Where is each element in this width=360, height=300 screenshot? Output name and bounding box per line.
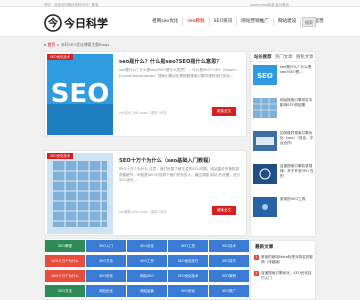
tag-link[interactable]: SEO十万个为什么 [45, 270, 85, 282]
sidebar-article[interactable]: 常用的SEO工具 [253, 197, 315, 225]
tag-link[interactable]: SEO优化技巧 [168, 255, 208, 267]
tag-link[interactable]: SEO十万个为什么 [45, 255, 85, 267]
search-image [253, 164, 277, 184]
nav-item-seo-tutorial[interactable]: seo教程 [183, 16, 208, 28]
tag-link[interactable]: SEO工具 [168, 240, 208, 252]
article-meta: seo教程 456 views 1周前 0评论 [119, 210, 167, 214]
tag-link[interactable]: SEO方法 [45, 285, 85, 297]
sidebar-article-title[interactable]: 网站搜索引擎排名中影响SEO的因素 [280, 98, 315, 108]
tab-recommended[interactable]: 站长推荐 [254, 54, 272, 60]
article-card: SEO优化技术 SEO十万个为什么（seo基础入门教程） SEO十万个为什么 注… [44, 150, 247, 236]
article-thumbnail [253, 164, 277, 184]
latest-article[interactable]: 2 百度搜索引擎优化，SEO优化技巧入门 [254, 271, 314, 283]
article-thumbnail [253, 197, 277, 217]
sidebar-latest: 最新文章 1 常用的网站Meta标签对排名的影响（详细版） 2 百度搜索引擎优化… [250, 240, 316, 300]
article-excerpt: seo是什么？什么是seo?SEO是什么意思？... 什么是SEO? SEO（S… [119, 68, 237, 78]
breadcrumb: ⌂ 首页 > 赤旺SEO优化博客主题Blogs [44, 42, 109, 48]
latest-article-title[interactable]: 常用的网站Meta标签对排名的影响（详细版） [261, 255, 314, 265]
tag-link[interactable]: SEO优化技术 [168, 270, 208, 282]
seo-image: SEO [253, 65, 277, 85]
tag-link[interactable]: 网站运营 [127, 285, 167, 297]
keyboard-image [253, 131, 277, 151]
article-thumbnail[interactable]: SEO优化技术 [47, 153, 113, 234]
sidebar-article-title[interactable]: 常用的SEO工具 [280, 197, 315, 202]
sidebar-article-title[interactable]: seo是什么？什么是seo?SEO是... [280, 65, 315, 75]
tag-link[interactable]: SEO推广 [209, 285, 249, 297]
article-thumbnail [253, 131, 277, 151]
building-image [253, 98, 277, 118]
rank-badge: 2 [254, 271, 259, 276]
tag-link[interactable]: SEO方法 [86, 255, 126, 267]
network-image [253, 197, 277, 217]
tab-random[interactable]: 随机文章 [296, 54, 314, 60]
category-tag[interactable]: SEO优化技术 [47, 54, 73, 60]
article-title[interactable]: seo是什么？什么是seo?SEO是什么意思？ [119, 58, 221, 65]
tag-link[interactable]: SEO教程 [45, 240, 85, 252]
nav-item-site-build[interactable]: 网站建设 [274, 16, 300, 28]
sidebar-heading: 最新文章 [255, 245, 274, 250]
svg-text:今: 今 [47, 17, 59, 30]
article-excerpt: SEO十万个为什么 注意：我们所属了解无名的SEO问题。网站建设完美框架 修建细… [119, 167, 241, 183]
tab-popular[interactable]: 热门文章 [275, 54, 293, 60]
latest-article-title[interactable]: 百度搜索引擎优化，SEO优化技巧入门 [261, 271, 314, 281]
category-tag[interactable]: SEO优化技术 [47, 153, 73, 159]
rank-badge: 1 [254, 255, 259, 260]
sidebar-recommended: 站长推荐 热门文章 随机文章 SEO seo是什么？什么是seo?SEO是...… [250, 51, 317, 237]
read-more-button[interactable]: 阅读全文 [212, 206, 236, 215]
article-meta: seo技术 298 views 1周前 0评论 [119, 111, 167, 115]
search-button[interactable]: 搜索 [302, 17, 316, 27]
article-card: SEO SEO优化技术 seo是什么？什么是seo?SEO是什么意思？ seo是… [44, 51, 247, 137]
tag-link[interactable]: SEO优化 [127, 240, 167, 252]
breadcrumb-home[interactable]: 首页 [48, 42, 56, 47]
sidebar-article-title[interactable]: 百度搜索引擎收录规律：关于开发SEO 在的 [280, 164, 315, 179]
article-thumbnail: SEO [253, 65, 277, 85]
sidebar-article[interactable]: SEO seo是什么？什么是seo?SEO是... [253, 65, 315, 93]
tag-link[interactable]: SEO案例 [209, 270, 249, 282]
building-image [47, 153, 113, 234]
article-title[interactable]: SEO十万个为什么（seo基础入门教程） [119, 157, 214, 164]
sidebar-article[interactable]: 百度搜索引擎收录规律：关于开发SEO 在的 [253, 164, 315, 192]
top-bar: 您好，欢迎访问精仿赤旺SEO！登录 wordpress新浪 设为首页 [0, 0, 360, 7]
tag-link[interactable]: SEO优化 [168, 285, 208, 297]
tag-link[interactable]: SEO优化 [86, 270, 126, 282]
tag-link[interactable]: 网站优化 [86, 285, 126, 297]
nav-item-marketing[interactable]: 网站营销推广 [237, 16, 273, 28]
tag-link[interactable]: SEO技术 [209, 240, 249, 252]
seo-image: SEO [47, 54, 113, 135]
article-thumbnail[interactable]: SEO SEO优化技术 [47, 54, 113, 135]
sidebar-tabs: 站长推荐 热门文章 随机文章 [251, 52, 317, 62]
welcome-text: 您好，欢迎访问精仿赤旺SEO！登录 [44, 2, 99, 7]
svg-text:SEO: SEO [257, 72, 273, 80]
latest-article[interactable]: 1 常用的网站Meta标签对排名的影响（详细版） [254, 255, 314, 267]
sidebar-article[interactable]: 如何做好搜索引擎优化（seo）（排名、平台合作） [253, 131, 315, 159]
nav-item-seo-news[interactable]: SEO资讯 [210, 16, 237, 28]
tag-link[interactable]: SEO工作 [127, 255, 167, 267]
sidebar-article[interactable]: 网站搜索引擎排名中影响SEO的因素 [253, 98, 315, 126]
top-links[interactable]: wordpress新浪 设为首页 [250, 2, 289, 7]
article-thumbnail [253, 98, 277, 118]
tag-cloud: SEO教程 SEO入门 SEO优化 SEO工具 SEO技术 SEO十万个为什么 … [44, 238, 249, 300]
logo-text: 今日科学 [63, 16, 108, 30]
tag-link[interactable]: SEO入门 [86, 240, 126, 252]
header: 今 今日科学 祖网seo优化 seo教程 SEO资讯 网站营销推广 网站建设 网… [0, 7, 360, 37]
site-logo[interactable]: 今 今日科学 [44, 11, 114, 33]
logo-graphic: 今 今日科学 [44, 14, 108, 32]
breadcrumb-current: 赤旺SEO优化博客主题Blogs [60, 42, 110, 47]
svg-text:SEO: SEO [51, 79, 110, 109]
sidebar-article-title[interactable]: 如何做好搜索引擎优化（seo）（排名、平台合作） [280, 131, 315, 146]
read-more-button[interactable]: 阅读全文 [212, 107, 236, 116]
nav-item-seo-optimize[interactable]: 祖网seo优化 [148, 16, 182, 28]
tag-link[interactable]: SEO技巧 [209, 255, 249, 267]
main-nav: 祖网seo优化 seo教程 SEO资讯 网站营销推广 网站建设 网站运营 [148, 16, 328, 28]
tag-link[interactable]: 网站SEO [127, 270, 167, 282]
